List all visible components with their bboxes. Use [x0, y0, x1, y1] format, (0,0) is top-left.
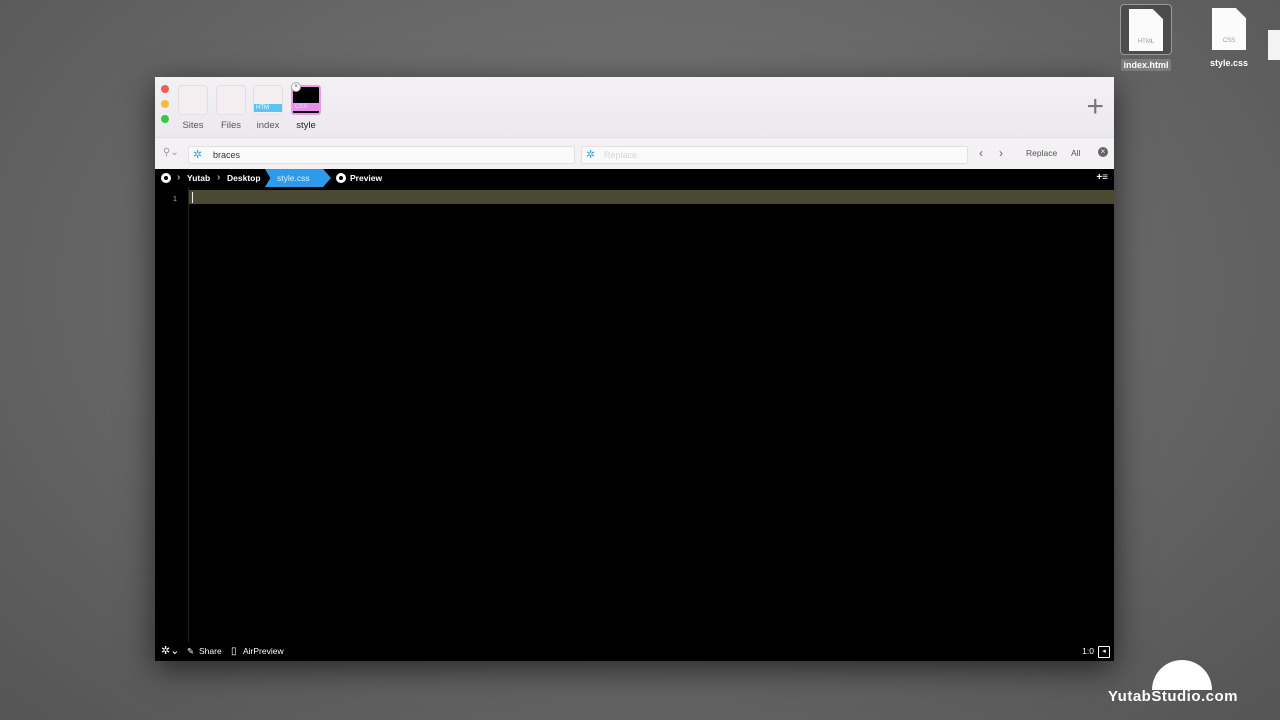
cursor-position: 1:0: [1082, 646, 1094, 656]
sidebar-toggle-icon[interactable]: ◂: [1098, 646, 1110, 658]
line-number: 1: [173, 196, 177, 203]
chevron-right-icon: ›: [217, 172, 221, 183]
tab-index[interactable]: HTM index: [253, 85, 283, 131]
tab-files[interactable]: Files: [216, 85, 246, 131]
regex-star-icon: ✲: [586, 149, 596, 161]
breadcrumb-desktop[interactable]: Desktop: [227, 169, 261, 187]
tab-thumbnail: [178, 85, 208, 115]
preview-eye-icon: [336, 173, 346, 183]
preview-button[interactable]: Preview: [350, 169, 382, 187]
path-bar: › Yutab › Desktop style.css Preview +≡: [155, 169, 1114, 187]
find-bar: ⚲⌄ ✲ braces ✲ Replace ‹ › Replace All ×: [155, 137, 1114, 170]
search-icon[interactable]: ⚲⌄: [163, 147, 179, 158]
chevron-right-icon: ›: [177, 172, 181, 183]
desktop-file-style-css[interactable]: CSS style.css: [1195, 4, 1263, 71]
close-find-icon[interactable]: ×: [1098, 147, 1108, 157]
watermark-logo: YutabStudio.com: [1108, 660, 1258, 710]
desktop-file-label: index.html: [1121, 59, 1171, 71]
device-icon: ▯: [231, 646, 237, 657]
desktop-file-index-html[interactable]: HTML index.html: [1112, 4, 1180, 73]
breadcrumb-yutab[interactable]: Yutab: [187, 169, 210, 187]
tab-thumbnail: HTM: [253, 85, 283, 115]
share-pen-icon: ✎: [187, 646, 195, 656]
editor-window: Sites Files HTM index CSS style × + ⚲⌄ ✲…: [155, 77, 1114, 661]
airpreview-button[interactable]: AirPreview: [243, 642, 284, 661]
tab-bar: Sites Files HTM index CSS style × +: [155, 77, 1114, 137]
minimize-window-button[interactable]: [161, 100, 169, 108]
css-file-icon: CSS: [1212, 8, 1246, 50]
line-gutter: 1: [155, 187, 189, 642]
text-caret: [192, 192, 193, 203]
find-previous-button[interactable]: ‹: [979, 146, 983, 160]
breadcrumb-current-file[interactable]: style.css: [265, 169, 331, 187]
html-file-icon: HTML: [1129, 9, 1163, 51]
close-window-button[interactable]: [161, 85, 169, 93]
regex-star-icon: ✲: [193, 149, 203, 161]
replace-button[interactable]: Replace: [1026, 148, 1057, 158]
find-next-button[interactable]: ›: [999, 146, 1003, 160]
logo-dome-icon: [1152, 660, 1212, 690]
replace-all-button[interactable]: All: [1071, 148, 1080, 158]
tab-thumbnail: [216, 85, 246, 115]
add-tab-button[interactable]: +: [1086, 92, 1104, 122]
close-tab-icon[interactable]: ×: [291, 82, 301, 92]
watermark-text: YutabStudio.com: [1108, 688, 1239, 705]
gear-icon[interactable]: ✲⌄: [161, 642, 179, 661]
current-line-highlight: [189, 190, 1114, 204]
search-input[interactable]: ✲ braces: [188, 146, 575, 164]
replace-input[interactable]: ✲ Replace: [581, 146, 968, 164]
status-bar: ✲⌄ ✎ Share ▯ AirPreview 1:0 ◂: [155, 642, 1114, 661]
code-editor[interactable]: 1: [155, 187, 1114, 642]
desktop-file-label: style.css: [1209, 58, 1249, 68]
add-menu-icon[interactable]: +≡: [1096, 169, 1108, 187]
tab-label: style: [296, 120, 316, 131]
visibility-toggle-icon[interactable]: [161, 173, 171, 183]
tab-sites[interactable]: Sites: [178, 85, 208, 131]
share-button[interactable]: Share: [199, 642, 222, 661]
partial-desktop-file-icon[interactable]: [1268, 30, 1280, 60]
